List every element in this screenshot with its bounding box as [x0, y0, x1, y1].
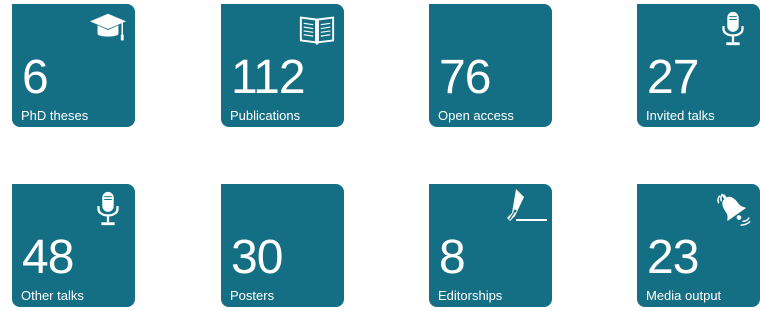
stat-label: Media output: [646, 288, 722, 303]
stat-label: Other talks: [21, 288, 84, 303]
open-book-icon: [298, 10, 336, 48]
bell-icon: [714, 190, 752, 228]
stat-label: Invited talks: [646, 108, 715, 123]
stat-value: 112: [231, 51, 306, 104]
stat-tile-posters: 30 Posters: [215, 184, 350, 311]
graduation-cap-icon: [89, 10, 127, 48]
microphone-icon: [89, 190, 127, 228]
fountain-pen-icon: [504, 188, 548, 228]
microphone-icon: [714, 10, 752, 48]
stat-label: Publications: [230, 108, 301, 123]
stat-tile-invited-talks: 27 Invited talks: [631, 4, 760, 137]
stat-value: 23: [647, 231, 699, 284]
stat-label: PhD theses: [21, 108, 89, 123]
stat-label: Editorships: [438, 288, 503, 303]
stat-tile-media-output: 23 Media output: [631, 184, 760, 311]
stat-tile-editorships: 8 Editorships: [423, 184, 558, 311]
stat-value: 76: [439, 51, 491, 104]
stat-tile-phd-theses: 6 PhD theses: [6, 4, 141, 137]
stats-panel: 6 PhD theses 112 Publications 76 Open ac…: [0, 0, 760, 311]
stat-value: 48: [22, 231, 74, 284]
stat-value: 6: [22, 51, 49, 104]
stat-value: 8: [439, 231, 466, 284]
stat-label: Posters: [230, 288, 275, 303]
stat-tile-open-access: 76 Open access: [423, 4, 558, 137]
stat-label: Open access: [438, 108, 514, 123]
stat-value: 27: [647, 51, 699, 104]
stat-tile-publications: 112 Publications: [215, 4, 350, 137]
stat-tile-other-talks: 48 Other talks: [6, 184, 141, 311]
stat-value: 30: [231, 231, 283, 284]
